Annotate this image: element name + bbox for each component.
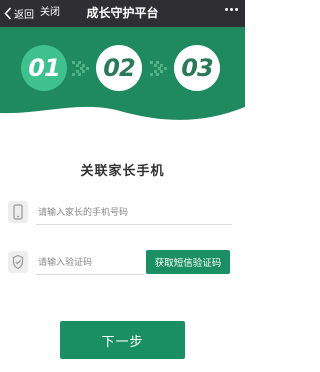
chevron-left-icon — [4, 6, 12, 20]
step-3: 03 — [174, 45, 220, 91]
phone-field-row — [8, 201, 233, 229]
back-button[interactable]: 返回 — [4, 4, 34, 22]
verification-code-input[interactable] — [36, 251, 144, 275]
step-indicator: 01 02 03 — [0, 40, 245, 91]
code-field-row — [8, 251, 144, 279]
get-sms-code-button[interactable]: 获取短信验证码 — [146, 250, 230, 274]
next-step-button[interactable]: 下一步 — [60, 321, 185, 359]
step-1: 01 — [21, 45, 67, 91]
shield-check-icon — [8, 251, 28, 273]
phone-icon — [8, 201, 28, 223]
chevron-right-icon — [72, 61, 89, 76]
top-nav-bar: 返回 关闭 成长守护平台 — [0, 0, 245, 27]
step-2: 02 — [96, 45, 142, 91]
close-button[interactable]: 关闭 — [40, 4, 60, 22]
chevron-right-icon — [150, 61, 167, 76]
form-heading: 关联家长手机 — [80, 164, 165, 179]
back-label: 返回 — [14, 9, 34, 21]
ellipsis-icon[interactable] — [225, 8, 238, 11]
phone-input[interactable] — [36, 201, 232, 225]
page-title: 成长守护平台 — [86, 6, 159, 20]
